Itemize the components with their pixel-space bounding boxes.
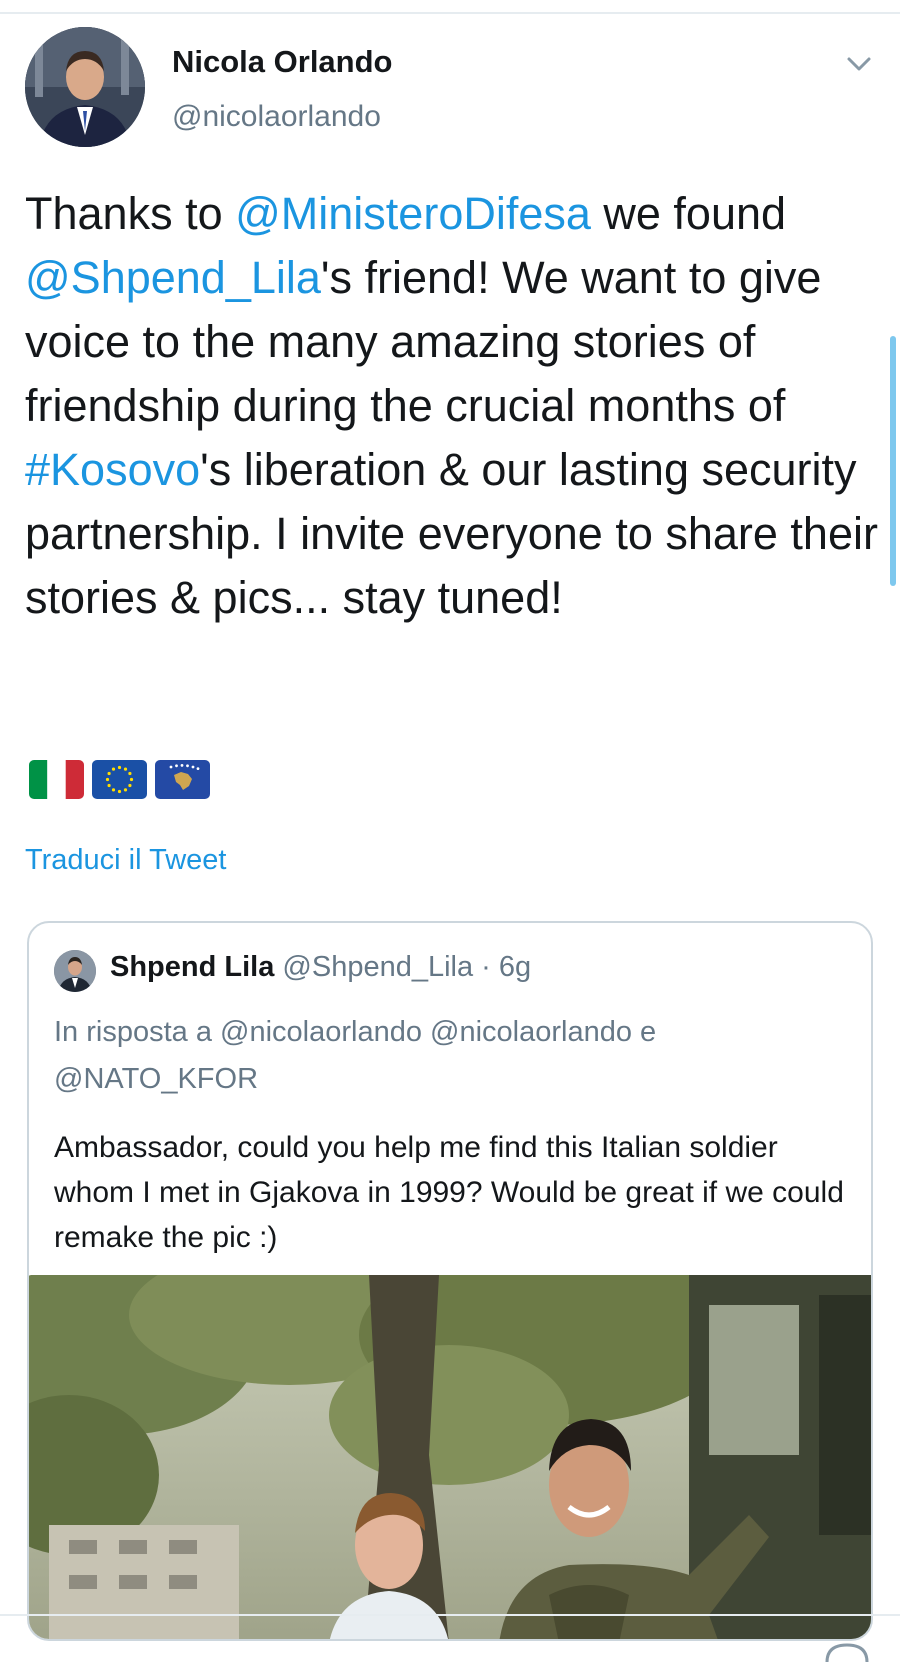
reply-context: In risposta a @nicolaorlando @nicolaorla… (54, 1016, 657, 1095)
hashtag-kosovo[interactable]: #Kosovo (25, 444, 200, 495)
quoted-author-avatar[interactable] (54, 950, 96, 992)
flag-emoji-row (29, 760, 210, 799)
mention-shpend-lila[interactable]: @Shpend_Lila (25, 252, 321, 303)
chevron-down-icon[interactable] (846, 54, 872, 74)
quoted-author-handle[interactable]: @Shpend_Lila (282, 951, 473, 983)
kosovo-flag-icon (155, 760, 210, 799)
quoted-author-name[interactable]: Shpend Lila (110, 951, 274, 983)
tweet-text: Thanks to @MinisteroDifesa we found @Shp… (25, 182, 885, 630)
italy-flag-icon (29, 760, 84, 799)
top-divider (0, 12, 900, 14)
author-handle[interactable]: @nicolaorlando (172, 100, 381, 134)
author-name[interactable]: Nicola Orlando (172, 44, 392, 80)
quoted-tweet-header: Shpend Lila @Shpend_Lila · 6g (110, 951, 531, 984)
author-avatar[interactable] (25, 27, 145, 147)
bottom-divider (0, 1614, 900, 1616)
eu-flag-icon (92, 760, 147, 799)
quoted-tweet-photo[interactable] (29, 1275, 873, 1641)
tweet-text-part: Thanks to (25, 188, 236, 239)
quoted-tweet-text: Ambassador, could you help me find this … (54, 1131, 844, 1254)
share-icon[interactable] (824, 1642, 870, 1662)
scrollbar-thumb[interactable] (890, 336, 896, 586)
translate-tweet-link[interactable]: Traduci il Tweet (25, 844, 226, 877)
mention-ministerodifesa[interactable]: @MinisteroDifesa (235, 188, 591, 239)
tweet-text-part: we found (590, 188, 787, 239)
quoted-tweet[interactable]: Shpend Lila @Shpend_Lila · 6g In rispost… (27, 921, 873, 1641)
quoted-tweet-time: · 6g (481, 951, 532, 983)
